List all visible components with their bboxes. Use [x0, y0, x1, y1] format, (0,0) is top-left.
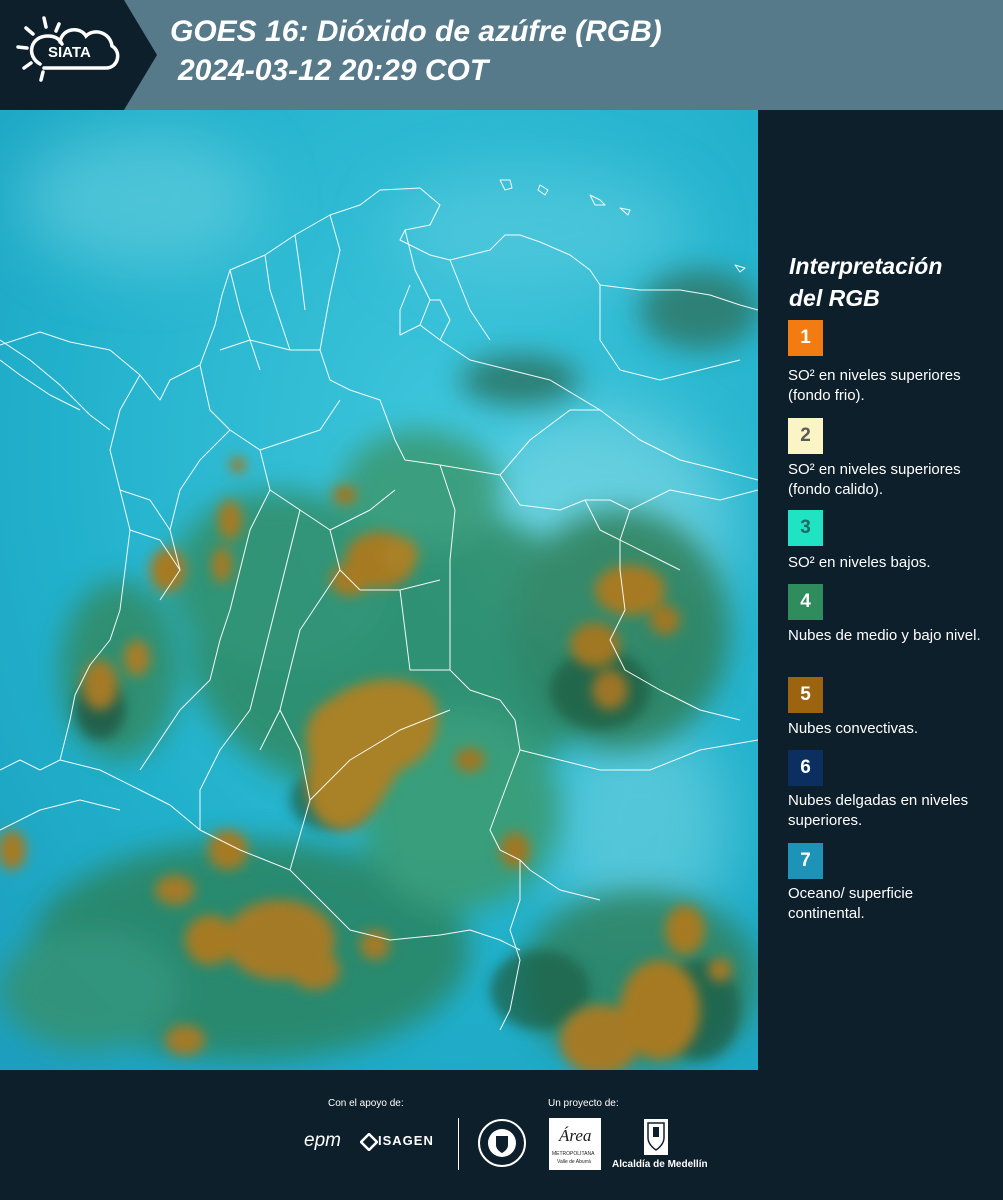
page-title: GOES 16: Dióxido de azúfre (RGB) [170, 15, 662, 48]
area-metropolitana-logo[interactable]: Área METROPOLITANA Valle de Aburrá [549, 1118, 601, 1170]
isagen-icon [360, 1133, 378, 1151]
medellin-seal-icon[interactable] [477, 1118, 527, 1168]
legend-label-1: SO² en niveles superiores (fondo frio). [788, 367, 961, 404]
legend-title-line1: Interpretación [789, 253, 943, 279]
legend-label-2: SO² en niveles superiores (fondo calido)… [788, 461, 961, 498]
legend-swatch-5: 5 [788, 677, 823, 713]
legend-label-4: Nubes de medio y bajo nivel. [788, 627, 981, 644]
project-label: Un proyecto de: [548, 1098, 619, 1109]
goes16-so2-rgb-image [0, 110, 758, 1070]
legend-title: Interpretación del RGB [789, 250, 989, 314]
footer-divider [458, 1118, 459, 1170]
area-logo-sub2: Valle de Aburrá [557, 1159, 591, 1165]
isagen-wordmark: ISAGEN [378, 1133, 434, 1148]
legend-swatch-4: 4 [788, 584, 823, 620]
legend-label-5: Nubes convectivas. [788, 720, 919, 737]
legend-panel: Interpretación del RGB 1 SO² en niveles s… [758, 110, 1003, 1070]
page-timestamp: 2024-03-12 20:29 COT [178, 54, 489, 87]
footer-bar: Con el apoyo de: Un proyecto de: epm ISA… [0, 1070, 1003, 1200]
support-label: Con el apoyo de: [328, 1098, 404, 1109]
legend-swatch-7: 7 [788, 843, 823, 879]
legend-label-3: SO² en niveles bajos. [788, 554, 931, 571]
area-logo-sub1: METROPOLITANA [552, 1151, 595, 1157]
alcaldia-shield-icon[interactable] [643, 1118, 669, 1156]
area-logo-text: Área [559, 1126, 592, 1145]
siata-logo[interactable]: SIATA [0, 0, 157, 110]
epm-logo[interactable]: epm [304, 1130, 341, 1152]
alcaldia-logo-text: Alcaldía de Medellín [612, 1159, 708, 1170]
header-bar: SIATA GOES 16: Dióxido de azúfre (RGB) 2… [0, 0, 1003, 110]
logo-wordmark: SIATA [48, 44, 91, 61]
legend-label-7: Oceano/ superficie continental. [788, 885, 914, 922]
satellite-map[interactable] [0, 110, 758, 1070]
legend-title-line2: del RGB [789, 285, 880, 311]
legend-label-6: Nubes delgadas en niveles superiores. [788, 792, 969, 829]
legend-swatch-3: 3 [788, 510, 823, 546]
legend-swatch-6: 6 [788, 750, 823, 786]
legend-swatch-1: 1 [788, 320, 823, 356]
legend-swatch-2: 2 [788, 418, 823, 454]
